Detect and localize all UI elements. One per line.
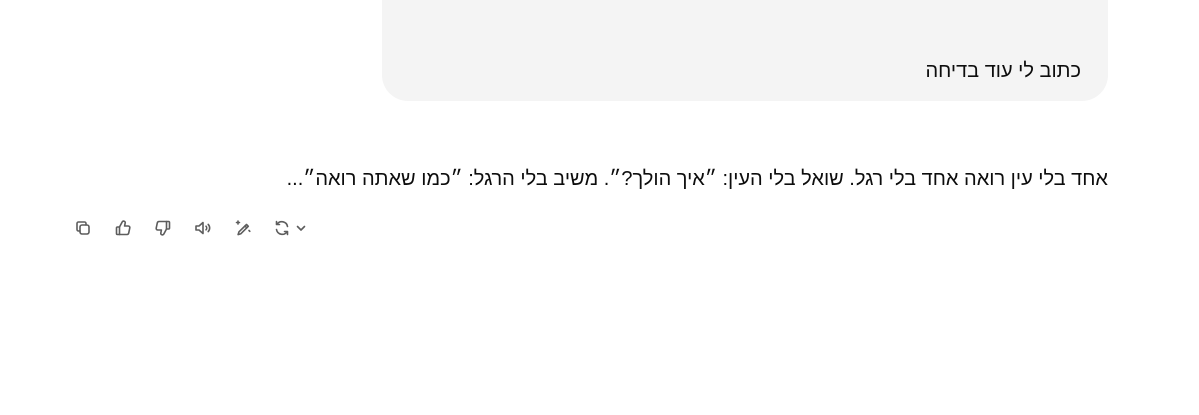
user-message-bubble: כתוב לי עוד בדיחה (382, 0, 1108, 101)
thumbs-down-button[interactable] (150, 215, 176, 241)
assistant-message-text: אחד בלי עין רואה אחד בלי רגל. שואל בלי ה… (286, 168, 1108, 190)
chat-page: כתוב לי עוד בדיחה אחד בלי עין רואה אחד ב… (0, 0, 1199, 415)
copy-button[interactable] (70, 215, 96, 241)
copy-icon (76, 221, 90, 235)
user-message-text: כתוב לי עוד בדיחה (925, 60, 1081, 82)
pencil-sparkle-icon (235, 220, 251, 236)
read-aloud-button[interactable] (190, 215, 216, 241)
message-actions-toolbar (70, 215, 312, 241)
chevron-down-icon (296, 225, 306, 231)
speaker-icon (195, 221, 211, 235)
regenerate-button[interactable] (270, 215, 312, 241)
thumbs-down-icon (155, 220, 171, 236)
edit-in-canvas-button[interactable] (230, 215, 256, 241)
refresh-icon (275, 220, 289, 236)
thumbs-up-icon (115, 220, 131, 236)
thumbs-up-button[interactable] (110, 215, 136, 241)
